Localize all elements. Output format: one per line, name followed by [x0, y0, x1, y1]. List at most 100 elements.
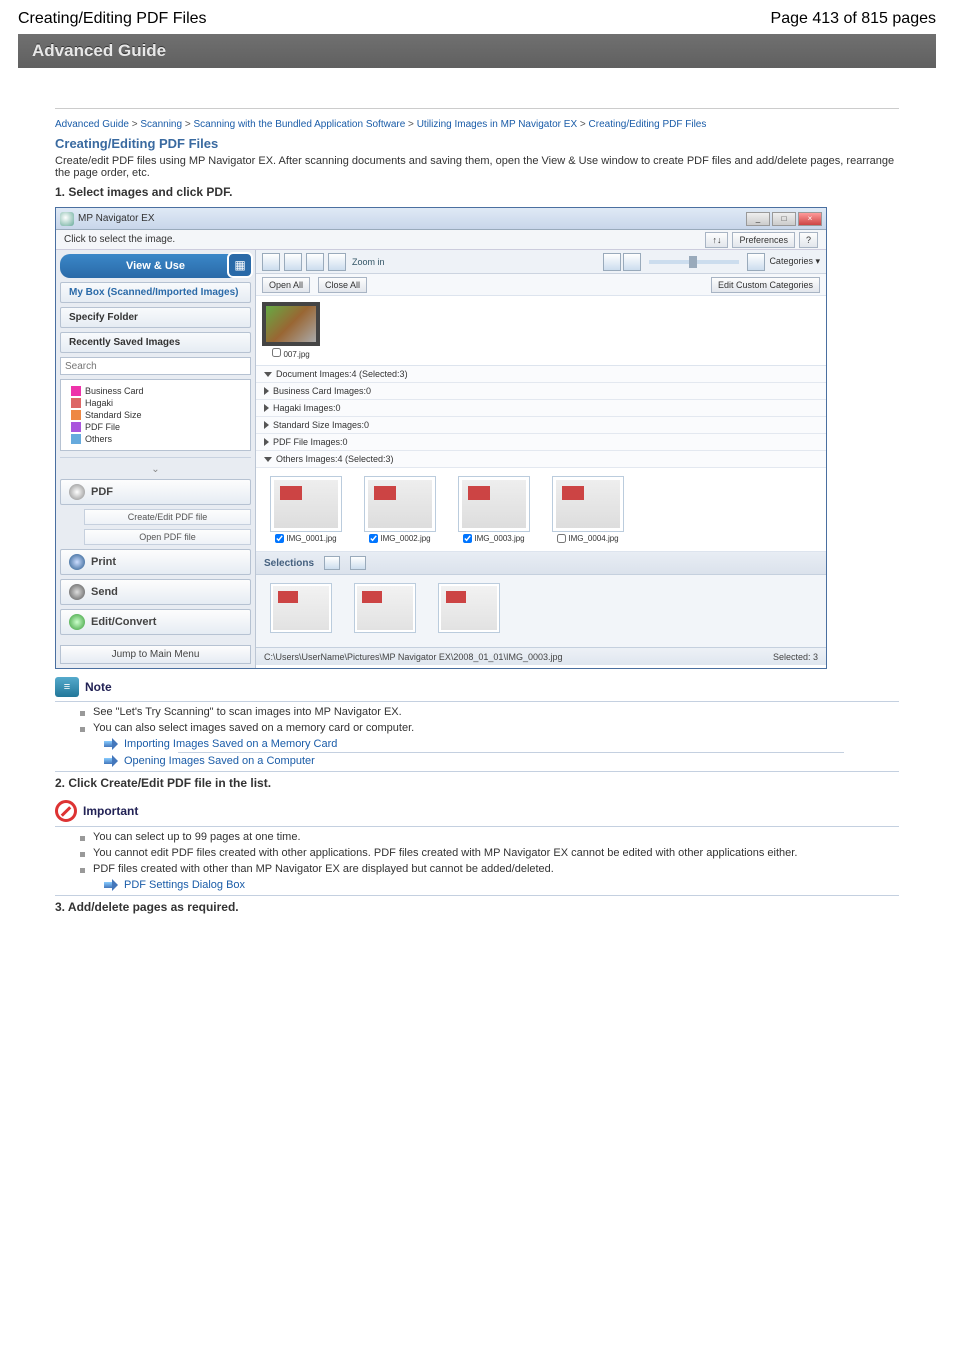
row-hagaki[interactable]: Hagaki Images:0 — [256, 400, 826, 417]
app-icon — [60, 212, 74, 226]
create-edit-pdf-button[interactable]: Create/Edit PDF file — [84, 509, 251, 525]
sidebar: View & Use ▦ My Box (Scanned/Imported Im… — [56, 250, 256, 668]
send-button[interactable]: Send — [60, 579, 251, 605]
doc-thumb[interactable] — [262, 302, 320, 346]
crumb-2[interactable]: Scanning with the Bundled Application So… — [193, 119, 405, 130]
note-label: Note — [85, 680, 112, 694]
refresh-icon[interactable] — [623, 253, 641, 271]
jump-main-menu-button[interactable]: Jump to Main Menu — [60, 645, 251, 664]
crumb-3[interactable]: Utilizing Images in MP Navigator EX — [417, 119, 577, 130]
arrow-icon — [104, 880, 118, 890]
note-box: ≡ Note — [55, 677, 899, 697]
advanced-guide-banner: Advanced Guide — [18, 34, 936, 68]
cat-standard[interactable]: Standard Size — [71, 410, 246, 420]
sort-button[interactable]: ↑↓ — [705, 232, 728, 248]
pdf-button[interactable]: PDF — [60, 479, 251, 505]
row-others[interactable]: Others Images:4 (Selected:3) — [256, 451, 826, 468]
nav-specify-folder[interactable]: Specify Folder — [60, 307, 251, 328]
imp-bullet-2: You cannot edit PDF files created with o… — [80, 847, 899, 859]
cat-pdffile[interactable]: PDF File — [71, 422, 246, 432]
important-box: Important — [55, 800, 899, 822]
img-thumb-2[interactable] — [364, 476, 436, 532]
titlebar: MP Navigator EX _ □ × — [56, 208, 826, 230]
arrow-icon — [104, 756, 118, 766]
crumb-0[interactable]: Advanced Guide — [55, 119, 129, 130]
maximize-button[interactable]: □ — [772, 212, 796, 226]
hint-text: Click to select the image. — [64, 234, 175, 245]
status-bar: C:\Users\UserName\Pictures\MP Navigator … — [256, 647, 826, 665]
zoom-out-icon[interactable] — [603, 253, 621, 271]
preferences-button[interactable]: Preferences — [732, 232, 795, 248]
page-counter: Page 413 of 815 pages — [771, 10, 936, 28]
img-check-3[interactable] — [463, 534, 472, 543]
add-selection-icon[interactable] — [324, 556, 340, 570]
breadcrumb: Advanced Guide > Scanning > Scanning wit… — [55, 119, 899, 130]
grid-icon[interactable] — [284, 253, 302, 271]
main-area: Zoom in Categories ▾ Open All Close All … — [256, 250, 826, 668]
status-selected: Selected: 3 — [773, 652, 818, 662]
expand-all-icon[interactable] — [262, 253, 280, 271]
sel-thumb-1[interactable] — [270, 583, 332, 633]
category-list: Business Card Hagaki Standard Size PDF F… — [60, 379, 251, 451]
zoom-label: Zoom in — [352, 257, 385, 267]
open-pdf-button[interactable]: Open PDF file — [84, 529, 251, 545]
cat-business[interactable]: Business Card — [71, 386, 246, 396]
search-input[interactable] — [60, 357, 251, 375]
zoom-slider[interactable] — [649, 260, 739, 264]
page-title-left: Creating/Editing PDF Files — [18, 10, 207, 28]
edit-custom-categories-button[interactable]: Edit Custom Categories — [711, 277, 820, 293]
minimize-button[interactable]: _ — [746, 212, 770, 226]
crumb-1[interactable]: Scanning — [140, 119, 182, 130]
folder-icon[interactable] — [747, 253, 765, 271]
img-thumb-3[interactable] — [458, 476, 530, 532]
rotate-icon[interactable] — [306, 253, 324, 271]
close-button[interactable]: × — [798, 212, 822, 226]
link-memory-card[interactable]: Importing Images Saved on a Memory Card — [124, 738, 337, 750]
img-check-1[interactable] — [275, 534, 284, 543]
divider — [55, 108, 899, 109]
img-check-2[interactable] — [369, 534, 378, 543]
selections-grid — [256, 575, 826, 647]
link-pdf-settings[interactable]: PDF Settings Dialog Box — [124, 879, 245, 891]
close-all-button[interactable]: Close All — [318, 277, 367, 293]
status-path: C:\Users\UserName\Pictures\MP Navigator … — [264, 652, 562, 662]
selections-header: Selections — [256, 552, 826, 575]
help-button[interactable]: ? — [799, 232, 818, 248]
print-button[interactable]: Print — [60, 549, 251, 575]
imp-bullet-1: You can select up to 99 pages at one tim… — [80, 831, 899, 843]
window-title: MP Navigator EX — [78, 213, 155, 224]
note-icon: ≡ — [55, 677, 79, 697]
open-all-button[interactable]: Open All — [262, 277, 310, 293]
document-thumb-strip: 007.jpg — [256, 296, 826, 366]
imp-bullet-3: PDF files created with other than MP Nav… — [80, 863, 899, 875]
link-computer[interactable]: Opening Images Saved on a Computer — [124, 755, 315, 767]
sel-thumb-2[interactable] — [354, 583, 416, 633]
scan-switch-icon[interactable]: ▦ — [227, 252, 253, 278]
img-thumb-1[interactable] — [270, 476, 342, 532]
collapse-icon[interactable]: ⌄ — [60, 464, 251, 475]
important-icon — [55, 800, 77, 822]
row-document[interactable]: Document Images:4 (Selected:3) — [256, 366, 826, 383]
sel-thumb-3[interactable] — [438, 583, 500, 633]
note-bullet-1: See "Let's Try Scanning" to scan images … — [80, 706, 899, 718]
cat-hagaki[interactable]: Hagaki — [71, 398, 246, 408]
row-business[interactable]: Business Card Images:0 — [256, 383, 826, 400]
doc-thumb-check[interactable] — [272, 348, 281, 357]
view-use-bubble[interactable]: View & Use ▦ — [60, 254, 251, 278]
img-check-4[interactable] — [557, 534, 566, 543]
section-title: Creating/Editing PDF Files — [55, 136, 899, 151]
zoom-icon[interactable] — [328, 253, 346, 271]
mp-navigator-window: MP Navigator EX _ □ × Click to select th… — [55, 207, 827, 669]
categories-dropdown[interactable]: Categories ▾ — [769, 256, 820, 267]
note-bullet-2: You can also select images saved on a me… — [80, 722, 899, 734]
crumb-4: Creating/Editing PDF Files — [589, 119, 707, 130]
nav-mybox[interactable]: My Box (Scanned/Imported Images) — [60, 282, 251, 303]
nav-recently-saved[interactable]: Recently Saved Images — [60, 332, 251, 353]
cat-others[interactable]: Others — [71, 434, 246, 444]
row-pdffile[interactable]: PDF File Images:0 — [256, 434, 826, 451]
row-standard[interactable]: Standard Size Images:0 — [256, 417, 826, 434]
others-grid: IMG_0001.jpg IMG_0002.jpg IMG_0003.jpg I… — [256, 468, 826, 552]
clear-selection-icon[interactable] — [350, 556, 366, 570]
edit-convert-button[interactable]: Edit/Convert — [60, 609, 251, 635]
img-thumb-4[interactable] — [552, 476, 624, 532]
